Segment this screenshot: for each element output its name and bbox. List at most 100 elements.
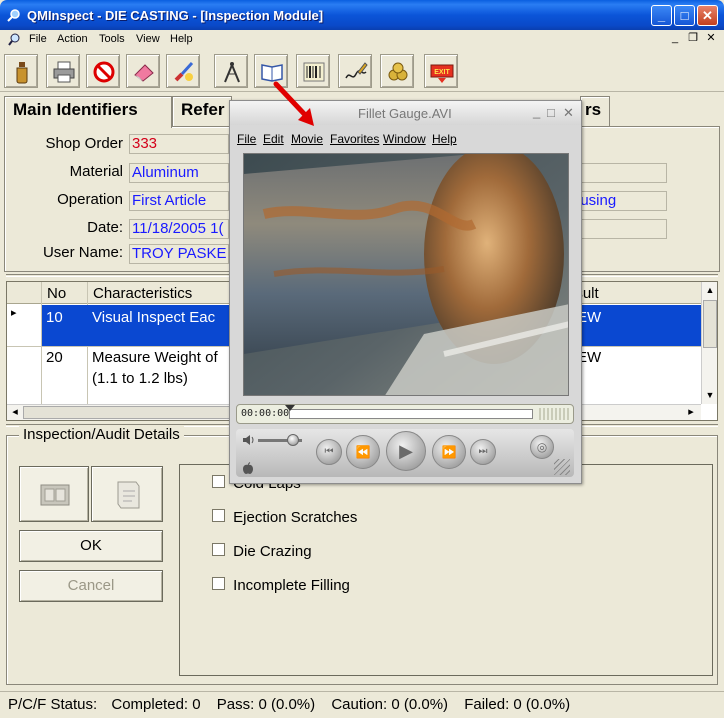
- user-name-label: User Name:: [42, 244, 123, 261]
- speaker-icon[interactable]: [242, 433, 256, 447]
- check-die-crazing[interactable]: Die Crazing: [212, 543, 312, 560]
- menu-help[interactable]: Help: [170, 33, 193, 45]
- status-pass: Pass: 0 (0.0%): [216, 696, 316, 713]
- volume-knob[interactable]: [287, 434, 300, 446]
- check-incomplete-filling[interactable]: Incomplete Filling: [212, 577, 350, 594]
- row-characteristic: Visual Inspect Eac: [92, 309, 216, 326]
- checkbox[interactable]: [212, 475, 225, 488]
- mdi-minimize-button[interactable]: _: [668, 32, 682, 46]
- movie-minimize-button[interactable]: _: [533, 104, 540, 119]
- bottle-button[interactable]: [4, 54, 38, 88]
- fast-forward-button[interactable]: ⏩: [432, 435, 466, 469]
- checkbox[interactable]: [212, 509, 225, 522]
- movie-scrubber[interactable]: [285, 405, 533, 419]
- column-no[interactable]: No: [47, 285, 66, 302]
- operation-field[interactable]: First Article: [129, 191, 229, 211]
- checkbox[interactable]: [212, 577, 225, 590]
- svg-text:EXIT: EXIT: [434, 69, 450, 76]
- bottle-icon: [16, 62, 28, 84]
- play-icon: ▶: [399, 441, 413, 461]
- scroll-up-button[interactable]: ▲: [702, 282, 718, 298]
- date-aux-field[interactable]: [577, 219, 667, 239]
- part-description-field[interactable]: ousing: [569, 191, 667, 211]
- ok-button[interactable]: OK: [19, 530, 163, 562]
- fast-forward-icon: ⏩: [441, 445, 457, 459]
- play-button[interactable]: ▶: [386, 431, 426, 471]
- photo-button[interactable]: [19, 466, 89, 522]
- cancel-button[interactable]: Cancel: [19, 570, 163, 602]
- movie-menu-file[interactable]: File: [237, 132, 256, 146]
- photo-gallery-icon: [40, 484, 70, 506]
- tab-right[interactable]: rs: [580, 96, 610, 126]
- video-frame[interactable]: [243, 153, 569, 396]
- status-completed: Completed: 0: [111, 696, 201, 713]
- cancel-record-button[interactable]: [86, 54, 120, 88]
- menu-view[interactable]: View: [136, 33, 160, 45]
- app-magnifier-icon: [8, 33, 20, 46]
- no-entry-icon: [93, 61, 115, 83]
- signature-button[interactable]: [338, 54, 372, 88]
- movie-menu-help[interactable]: Help: [432, 132, 457, 146]
- loop-icon: ◎: [536, 440, 548, 454]
- next-button[interactable]: ⏭: [470, 439, 496, 465]
- previous-button[interactable]: ⏮: [316, 439, 342, 465]
- compass-button[interactable]: [214, 54, 248, 88]
- toolbar: EXIT: [0, 50, 724, 92]
- column-characteristics[interactable]: Characteristics: [93, 285, 192, 302]
- skip-forward-icon: ⏭: [478, 446, 488, 457]
- scroll-down-button[interactable]: ▼: [702, 387, 718, 403]
- note-button[interactable]: [91, 466, 163, 522]
- movie-player-window[interactable]: Fillet Gauge.AVI _ □ ✕ File Edit Movie F…: [229, 100, 582, 484]
- shop-order-field[interactable]: 333: [129, 134, 229, 154]
- window-titlebar[interactable]: QMInspect - DIE CASTING - [Inspection Mo…: [0, 0, 724, 30]
- check-ejection-scratches[interactable]: Ejection Scratches: [212, 509, 357, 526]
- material-field[interactable]: Aluminum: [129, 163, 229, 183]
- apple-logo-icon: [243, 462, 253, 474]
- checkbox[interactable]: [212, 543, 225, 556]
- vertical-scrollbar[interactable]: ▲ ▼: [701, 282, 717, 404]
- menu-action[interactable]: Action: [57, 33, 88, 45]
- red-arrow-icon: [273, 81, 314, 126]
- vertical-scroll-thumb[interactable]: [703, 300, 717, 348]
- volume-slider[interactable]: [258, 434, 302, 446]
- menu-file[interactable]: File: [29, 33, 47, 45]
- movie-title: Fillet Gauge.AVI: [358, 106, 452, 121]
- row-no: 10: [46, 309, 63, 326]
- status-caution: Caution: 0 (0.0%): [331, 696, 449, 713]
- window-title: QMInspect - DIE CASTING - [Inspection Mo…: [27, 8, 324, 23]
- movie-timecode: 00:00:00: [241, 408, 290, 419]
- movie-maximize-button[interactable]: □: [547, 105, 555, 120]
- paint-brush-icon: [174, 61, 194, 82]
- movie-close-button[interactable]: ✕: [563, 105, 574, 121]
- movie-menu-favorites[interactable]: Favorites: [330, 132, 379, 146]
- resize-grip[interactable]: [554, 459, 570, 475]
- paint-button[interactable]: [166, 54, 200, 88]
- date-field[interactable]: 11/18/2005 1(: [129, 219, 229, 239]
- tab-main-identifiers[interactable]: Main Identifiers: [4, 96, 172, 128]
- movie-menu-window[interactable]: Window: [383, 132, 426, 146]
- material-label: Material: [69, 163, 123, 180]
- erase-button[interactable]: [126, 54, 160, 88]
- exit-button[interactable]: EXIT: [424, 54, 458, 88]
- horizontal-scroll-thumb[interactable]: [23, 406, 233, 419]
- print-button[interactable]: [46, 54, 80, 88]
- tab-references[interactable]: Refer: [172, 96, 232, 126]
- gears-button[interactable]: [380, 54, 414, 88]
- mdi-restore-button[interactable]: ❐: [686, 32, 700, 46]
- rewind-button[interactable]: ⏪: [346, 435, 380, 469]
- material-aux-field[interactable]: [577, 163, 667, 183]
- eraser-icon: [134, 64, 154, 82]
- mdi-close-button[interactable]: ✕: [704, 32, 718, 46]
- close-button[interactable]: ✕: [697, 5, 718, 26]
- scroll-left-button[interactable]: ◂: [7, 405, 23, 421]
- scroll-right-button[interactable]: ▸: [683, 405, 699, 421]
- minimize-button[interactable]: _: [651, 5, 672, 26]
- row-no: 20: [46, 349, 63, 366]
- maximize-button[interactable]: □: [674, 5, 695, 26]
- user-name-field[interactable]: TROY PASKE: [129, 244, 229, 264]
- menu-tools[interactable]: Tools: [99, 33, 125, 45]
- drafting-compass-icon: [224, 62, 240, 83]
- movie-timeline[interactable]: 00:00:00: [236, 404, 574, 424]
- movie-playhead[interactable]: [285, 405, 295, 411]
- loop-button[interactable]: ◎: [530, 435, 554, 459]
